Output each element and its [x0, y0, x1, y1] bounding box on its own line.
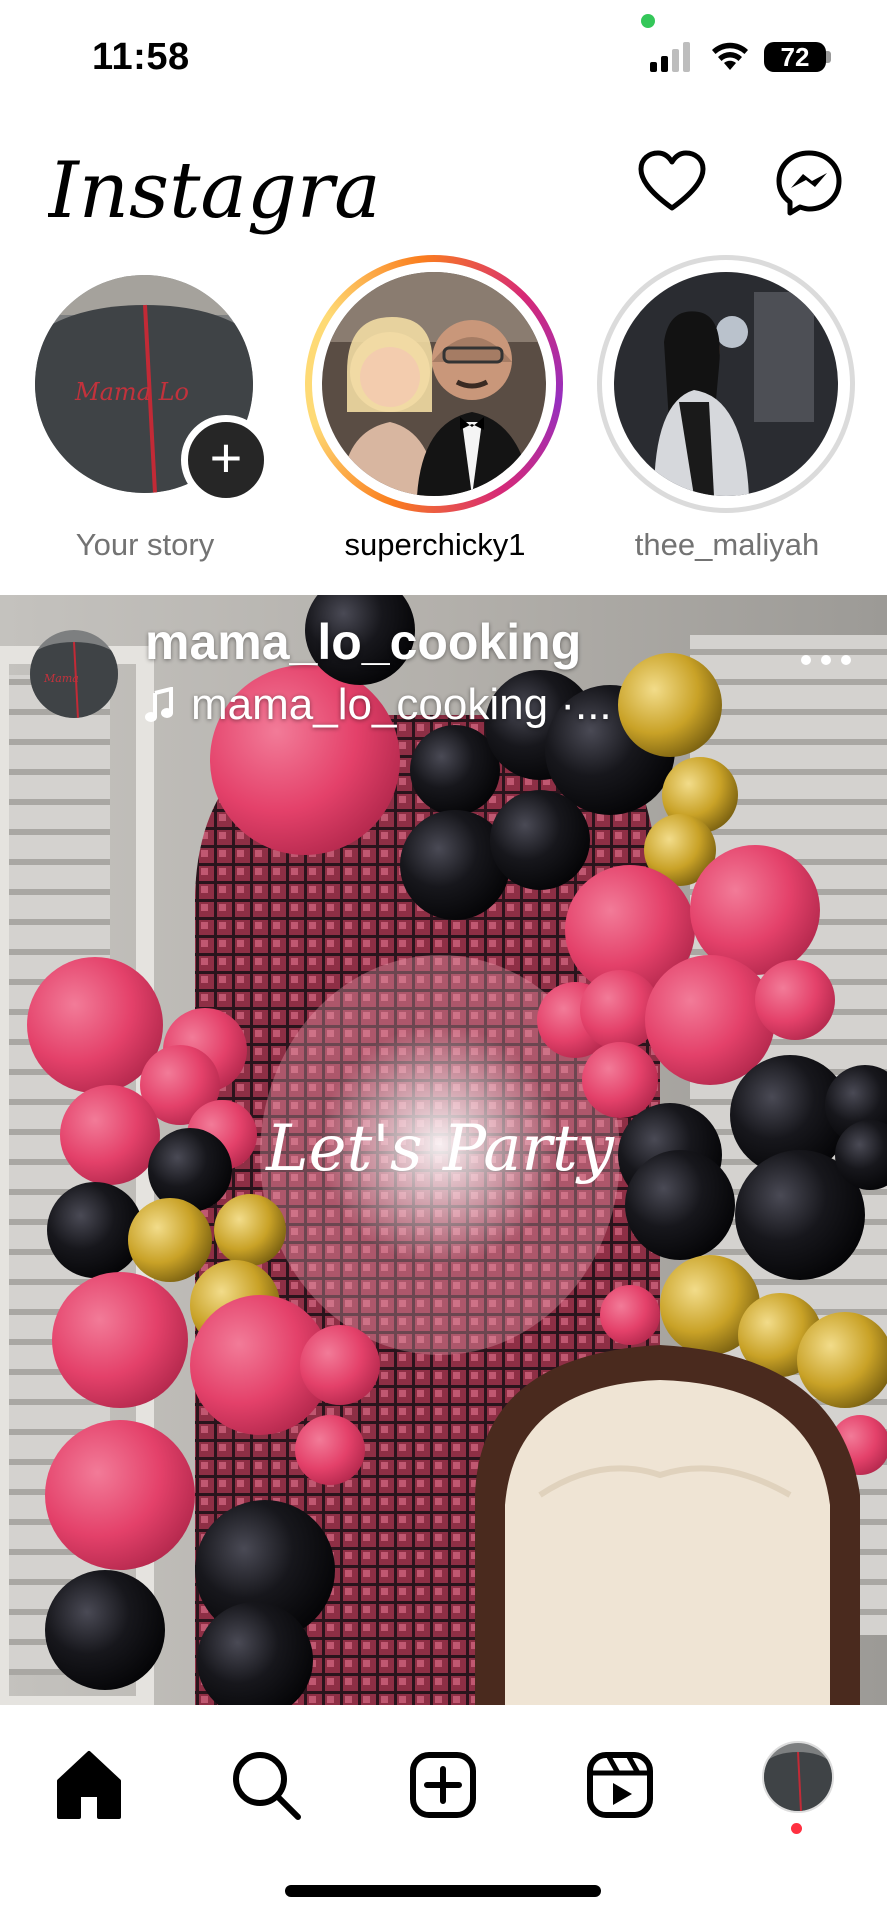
home-indicator[interactable]: [285, 1885, 601, 1897]
battery-level: 72: [780, 41, 810, 72]
create-icon: [410, 1752, 476, 1818]
add-story-button[interactable]: +: [181, 415, 271, 505]
reels-icon: [587, 1752, 653, 1818]
home-icon: [57, 1751, 121, 1819]
battery-cap: [826, 51, 831, 63]
svg-text:Mama: Mama: [43, 672, 79, 685]
music-note-icon: [145, 687, 173, 722]
search-icon: [233, 1752, 301, 1820]
more-options-icon[interactable]: [798, 645, 854, 675]
profile-avatar[interactable]: [762, 1741, 834, 1813]
story-label: thee_maliyah: [634, 527, 820, 562]
instagram-logo[interactable]: Instagram: [48, 132, 378, 252]
status-time: 11:58: [92, 36, 190, 78]
messenger-icon[interactable]: [774, 148, 844, 218]
post-audio-text: mama_lo_cooking ·...: [191, 680, 612, 729]
battery-icon: 72: [764, 42, 826, 72]
post-author-avatar[interactable]: Mama: [30, 630, 118, 718]
story-superchicky1[interactable]: superchicky1: [305, 255, 565, 575]
tab-search[interactable]: [226, 1745, 306, 1825]
status-bar: 11:58 72: [0, 0, 887, 110]
post-username[interactable]: mama_lo_cooking: [145, 613, 581, 671]
privacy-indicator-dot: [641, 14, 655, 28]
superchicky1-avatar[interactable]: [322, 272, 546, 496]
tab-home[interactable]: [49, 1745, 129, 1825]
wifi-icon: [712, 42, 748, 70]
story-your-story[interactable]: Mama Lo + Your story: [15, 255, 275, 575]
notification-dot: [791, 1823, 802, 1834]
bottom-tab-bar: [0, 1705, 887, 1920]
signal-icon: [650, 42, 690, 72]
instagram-logo-text: Instagram: [48, 146, 378, 236]
post-image[interactable]: Let's Party: [0, 595, 887, 1705]
svg-text:Mama Lo: Mama Lo: [74, 378, 189, 406]
stories-tray: Mama Lo + Your story superchicky1 thee_m…: [0, 255, 887, 585]
story-thee-maliyah[interactable]: thee_maliyah: [597, 255, 857, 575]
tab-create[interactable]: [403, 1745, 483, 1825]
story-label: Your story: [75, 527, 215, 562]
neon-sign-text: Let's Party: [265, 1112, 615, 1186]
feed-post: Let's Party Mama mama_lo_cooking mama_lo…: [0, 595, 887, 1705]
story-label: superchicky1: [344, 527, 526, 562]
tab-reels[interactable]: [580, 1745, 660, 1825]
post-audio-link[interactable]: mama_lo_cooking ·...: [145, 680, 612, 730]
thee-maliyah-avatar[interactable]: [614, 272, 838, 496]
app-header: Instagram: [0, 110, 887, 260]
heart-icon[interactable]: [637, 148, 707, 218]
